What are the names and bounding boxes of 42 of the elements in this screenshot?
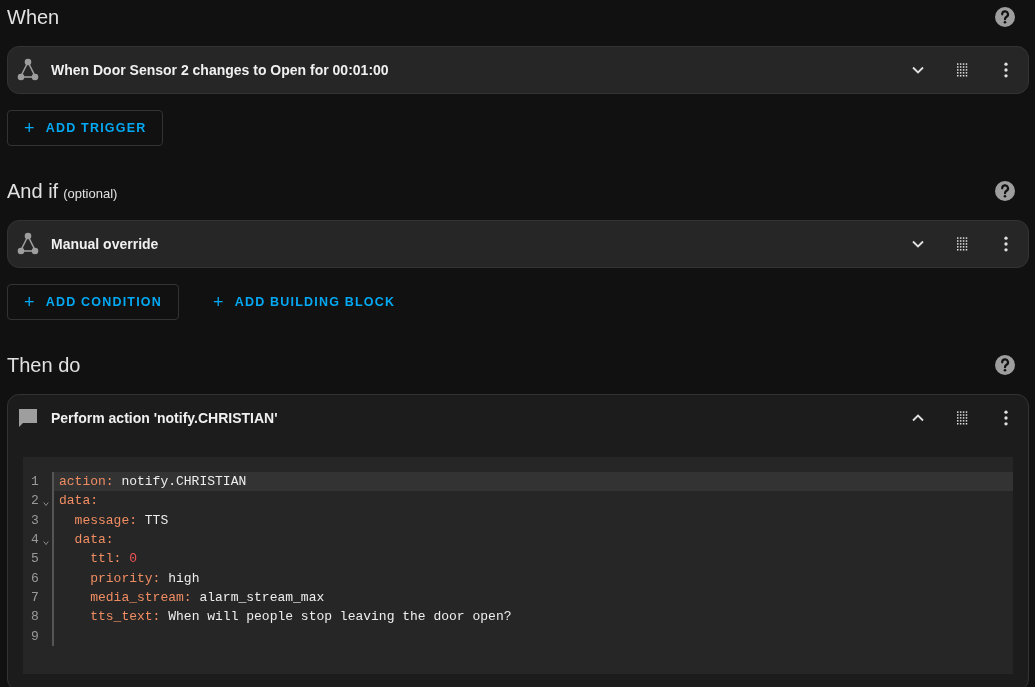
code-value: 0 bbox=[128, 551, 138, 567]
add-button[interactable]: + ADD BUILDING BLOCK bbox=[196, 284, 413, 320]
code-value: high bbox=[167, 570, 200, 586]
add-button[interactable]: + ADD CONDITION bbox=[7, 284, 179, 320]
line-number: 1 bbox=[31, 474, 40, 490]
line-number: 2 bbox=[31, 493, 40, 509]
card-title[interactable]: When Door Sensor 2 changes to Open for 00:01:00 bbox=[51, 62, 884, 78]
help-icon[interactable] bbox=[993, 5, 1017, 29]
help-icon[interactable] bbox=[993, 179, 1017, 203]
code-value: TTS bbox=[143, 512, 169, 528]
line-number: 8 bbox=[31, 609, 40, 625]
section-subtitle: (optional) bbox=[63, 185, 118, 201]
line-number: 7 bbox=[31, 589, 40, 605]
fold-icon[interactable] bbox=[43, 500, 49, 507]
add-button[interactable]: + ADD TRIGGER bbox=[7, 110, 164, 146]
code-key: data: bbox=[59, 532, 114, 548]
fold-icon[interactable] bbox=[43, 539, 49, 546]
code-value: notify.CHRISTIAN bbox=[120, 474, 247, 490]
card-title[interactable]: Manual override bbox=[51, 236, 884, 252]
code-key: action: bbox=[59, 474, 114, 490]
code-key: data: bbox=[59, 493, 98, 509]
section-title: When bbox=[7, 5, 60, 29]
code-value: When will people stop leaving the door open? bbox=[167, 609, 512, 625]
message-icon bbox=[16, 406, 40, 430]
code-key: ttl: bbox=[59, 551, 122, 567]
code-value: alarm_stream_max bbox=[198, 589, 325, 605]
code-key: media_stream: bbox=[59, 589, 192, 605]
line-number: 3 bbox=[31, 512, 40, 528]
code-key: priority: bbox=[59, 570, 161, 586]
section-title: Then do bbox=[7, 353, 81, 377]
nodes-icon bbox=[16, 232, 40, 256]
line-number: 4 bbox=[31, 532, 40, 548]
line-number: 5 bbox=[31, 551, 40, 567]
line-number: 6 bbox=[31, 570, 40, 586]
help-icon[interactable] bbox=[993, 353, 1017, 377]
line-number: 9 bbox=[31, 628, 40, 644]
code-key: message: bbox=[59, 512, 137, 528]
section-title: And if bbox=[7, 179, 59, 203]
nodes-icon bbox=[16, 58, 40, 82]
code-key: tts_text: bbox=[59, 609, 161, 625]
card-title[interactable]: Perform action 'notify.CHRISTIAN' bbox=[51, 410, 884, 426]
code-editor[interactable]: 1 action: notify.CHRISTIAN 2 data: 3 message: TTS 4 data: 5 ttl: 0 6 priority: high 7 media_stream: alarm_stream_max 8 tts_text: When will people stop leaving the door open? 9 bbox=[23, 457, 1013, 674]
